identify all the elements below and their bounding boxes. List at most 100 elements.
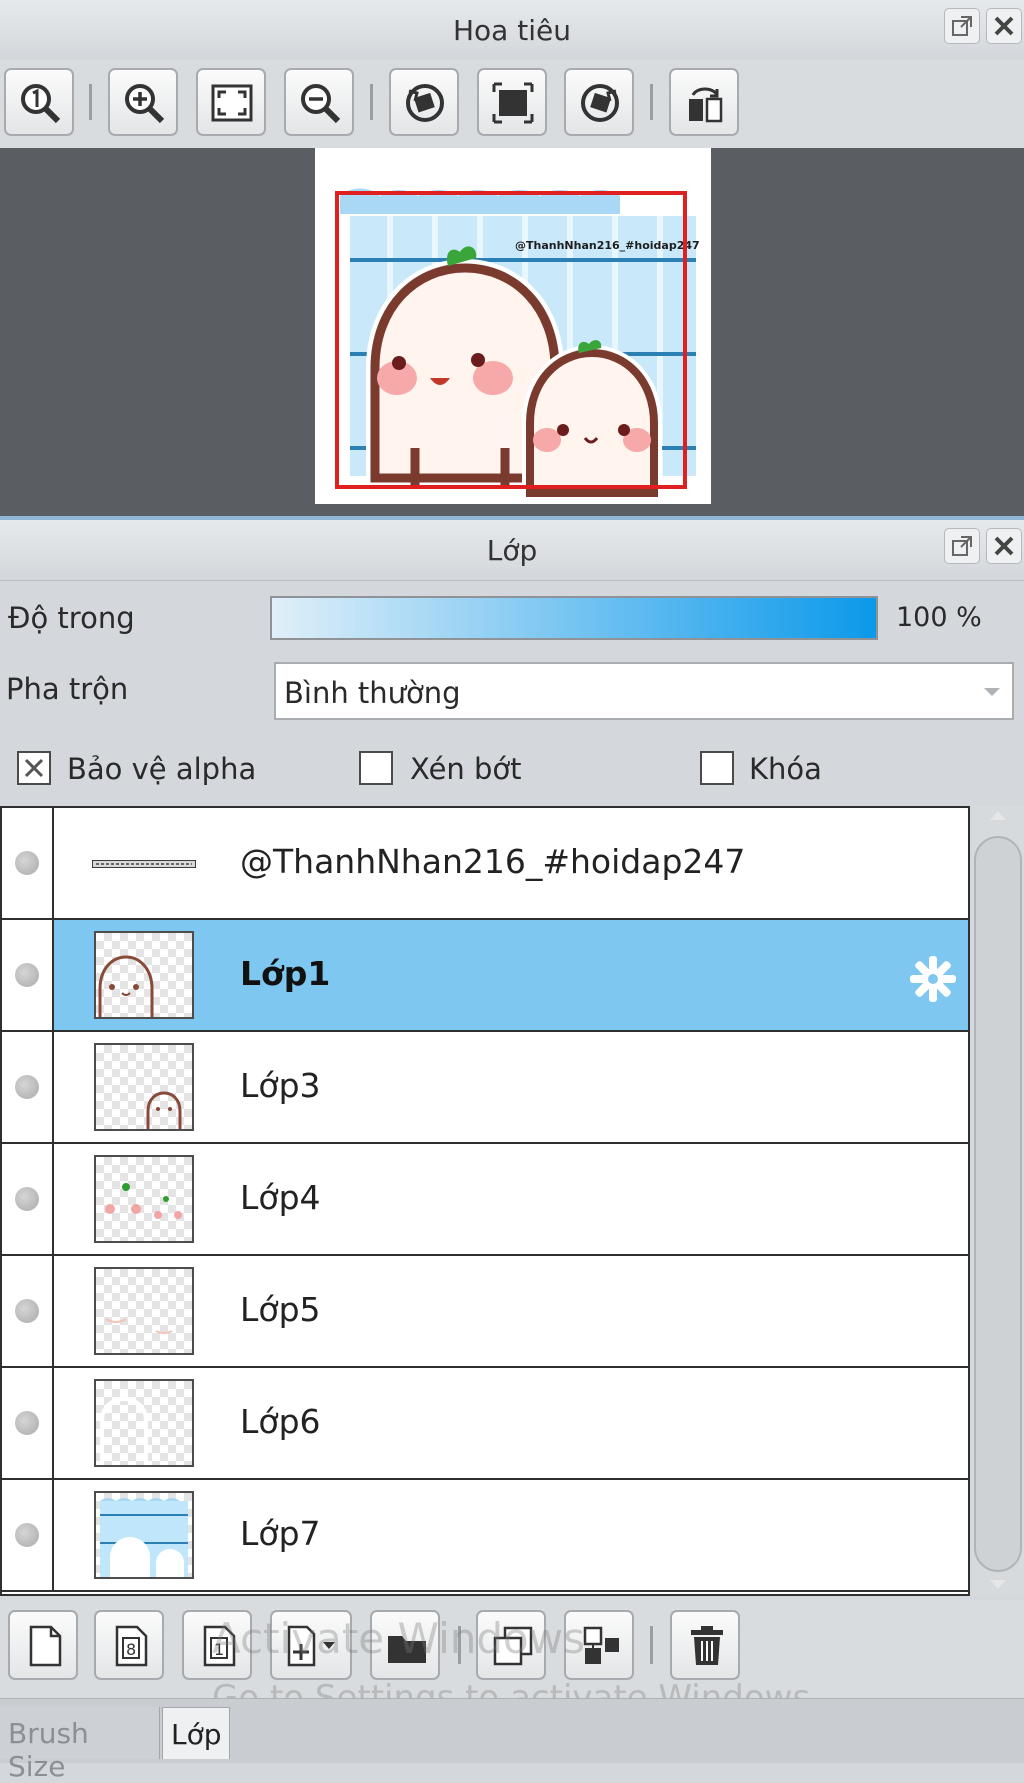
undock-icon: [952, 536, 972, 556]
new-1bit-layer-button[interactable]: 1: [182, 1610, 252, 1680]
blend-mode-label: Pha trộn: [6, 672, 129, 706]
duplicate-icon: [493, 1626, 533, 1666]
flip-horizontal-icon: [689, 87, 723, 123]
zoom-actual-icon: [21, 84, 61, 124]
layer-list: @ThanhNhan216_#hoidap247 Lớp1 Lớp3 Lớp4 …: [0, 806, 970, 1596]
zoom-in-icon: [125, 84, 165, 124]
visibility-dot-icon: [15, 851, 39, 875]
navigator-close-button[interactable]: [986, 8, 1022, 44]
zoom-out-button[interactable]: [284, 68, 354, 136]
layer-name: Lớp5: [240, 1290, 321, 1329]
scroll-down-icon[interactable]: [988, 1578, 1008, 1592]
gear-icon[interactable]: [908, 954, 958, 1004]
layer-row[interactable]: Lớp3: [2, 1032, 968, 1144]
layer-thumbnail-image: [100, 1498, 188, 1577]
blend-mode-value: Bình thường: [284, 676, 461, 710]
new-page-icon: [29, 1625, 62, 1667]
layer-visibility-toggle[interactable]: [2, 1032, 54, 1142]
new-folder-button[interactable]: [370, 1610, 440, 1680]
navigator-undock-button[interactable]: [944, 8, 980, 44]
canvas-thumbnail-image: @ThanhNhan216_#hoidap247: [315, 148, 711, 504]
flip-horizontal-button[interactable]: [669, 68, 739, 136]
layer-thumbnail: [94, 931, 194, 1019]
fit-window-button[interactable]: [196, 68, 266, 136]
layer-name: Lớp6: [240, 1402, 321, 1441]
layer-visibility-toggle[interactable]: [2, 1256, 54, 1366]
rotate-right-icon: [581, 84, 619, 122]
tab-layers[interactable]: Lớp: [162, 1707, 230, 1759]
zoom-in-button[interactable]: [108, 68, 178, 136]
layer-visibility-toggle[interactable]: [2, 920, 54, 1030]
navigator-toolbar: [0, 60, 1024, 148]
reset-rotation-button[interactable]: [477, 68, 547, 136]
navigator-title: Hoa tiêu: [453, 14, 571, 47]
add-layer-menu-button[interactable]: [270, 1610, 352, 1680]
trash-icon: [691, 1626, 723, 1665]
visibility-dot-icon: [15, 1523, 39, 1547]
add-layer-dropdown-icon: [287, 1625, 335, 1667]
lock-label: Khóa: [749, 752, 822, 786]
layer-thumbnail: [94, 1043, 194, 1131]
layer-visibility-toggle[interactable]: [2, 1368, 54, 1478]
preview-watermark-text: @ThanhNhan216_#hoidap247: [515, 239, 700, 252]
opacity-slider[interactable]: [270, 596, 878, 640]
layer-row[interactable]: Lớp6: [2, 1368, 968, 1480]
visibility-dot-icon: [15, 1299, 39, 1323]
layer-name: Lớp4: [240, 1178, 321, 1217]
text-layer-thumbnail: [92, 860, 196, 868]
panel-tab-bar: Brush Size Lớp: [0, 1698, 1024, 1783]
navigator-canvas-preview[interactable]: @ThanhNhan216_#hoidap247: [315, 148, 711, 504]
layer-thumbnail-image: [146, 1091, 182, 1129]
opacity-label: Độ trong: [8, 601, 135, 635]
merge-down-icon: [583, 1626, 619, 1664]
zoom-actual-button[interactable]: [4, 68, 74, 136]
rotate-right-button[interactable]: [564, 68, 634, 136]
layer-row[interactable]: Lớp7: [2, 1480, 968, 1592]
protect-alpha-label: Bảo vệ alpha: [67, 752, 257, 786]
layer-row[interactable]: Lớp5: [2, 1256, 968, 1368]
fit-window-icon: [211, 84, 253, 122]
layer-visibility-toggle[interactable]: [2, 808, 54, 918]
layer-8bit-icon: 8: [115, 1625, 148, 1667]
layers-close-button[interactable]: [986, 528, 1022, 564]
layer-visibility-toggle[interactable]: [2, 1144, 54, 1254]
layers-undock-button[interactable]: [944, 528, 980, 564]
layer-thumbnail: [94, 1379, 194, 1467]
reset-rotation-icon: [492, 82, 534, 124]
visibility-dot-icon: [15, 1075, 39, 1099]
lock-checkbox[interactable]: [700, 751, 734, 785]
clipping-checkbox[interactable]: [359, 751, 393, 785]
layer-thumbnail: [94, 1491, 194, 1579]
layer-name: Lớp1: [240, 954, 331, 993]
layer-actions-toolbar: 8 1 Activate Windows Go to Settings to a…: [0, 1600, 1024, 1718]
layer-thumbnail: [94, 1155, 194, 1243]
rotate-left-icon: [406, 84, 444, 122]
chevron-down-icon: [984, 688, 1000, 696]
new-8bit-layer-button[interactable]: 8: [94, 1610, 164, 1680]
layer-row[interactable]: @ThanhNhan216_#hoidap247: [2, 808, 968, 920]
blend-mode-select[interactable]: Bình thường: [274, 662, 1014, 720]
zoom-out-icon: [301, 84, 341, 124]
new-layer-button[interactable]: [8, 1610, 78, 1680]
scrollbar-thumb[interactable]: [974, 836, 1022, 1572]
navigator-preview-area[interactable]: @ThanhNhan216_#hoidap247: [0, 148, 1024, 518]
tab-brush-size[interactable]: Brush Size: [0, 1707, 160, 1783]
layer-row[interactable]: Lớp4: [2, 1144, 968, 1256]
layer-thumbnail: [94, 1267, 194, 1355]
merge-layer-button[interactable]: [564, 1610, 634, 1680]
visibility-dot-icon: [15, 1187, 39, 1211]
visibility-dot-icon: [15, 963, 39, 987]
layer-thumbnail-image: [105, 1318, 173, 1334]
duplicate-layer-button[interactable]: [476, 1610, 546, 1680]
scroll-up-icon[interactable]: [988, 808, 1008, 822]
clipping-label: Xén bớt: [410, 752, 522, 786]
opacity-value: 100 %: [896, 602, 982, 633]
protect-alpha-checkbox[interactable]: [17, 751, 51, 785]
layer-row-selected[interactable]: Lớp1: [2, 920, 968, 1032]
delete-layer-button[interactable]: [670, 1610, 740, 1680]
rotate-left-button[interactable]: [389, 68, 459, 136]
layer-visibility-toggle[interactable]: [2, 1480, 54, 1590]
svg-text:1: 1: [214, 1640, 224, 1659]
layer-thumbnail-image: [100, 1396, 148, 1465]
layer-thumbnail-image: [98, 955, 154, 1017]
